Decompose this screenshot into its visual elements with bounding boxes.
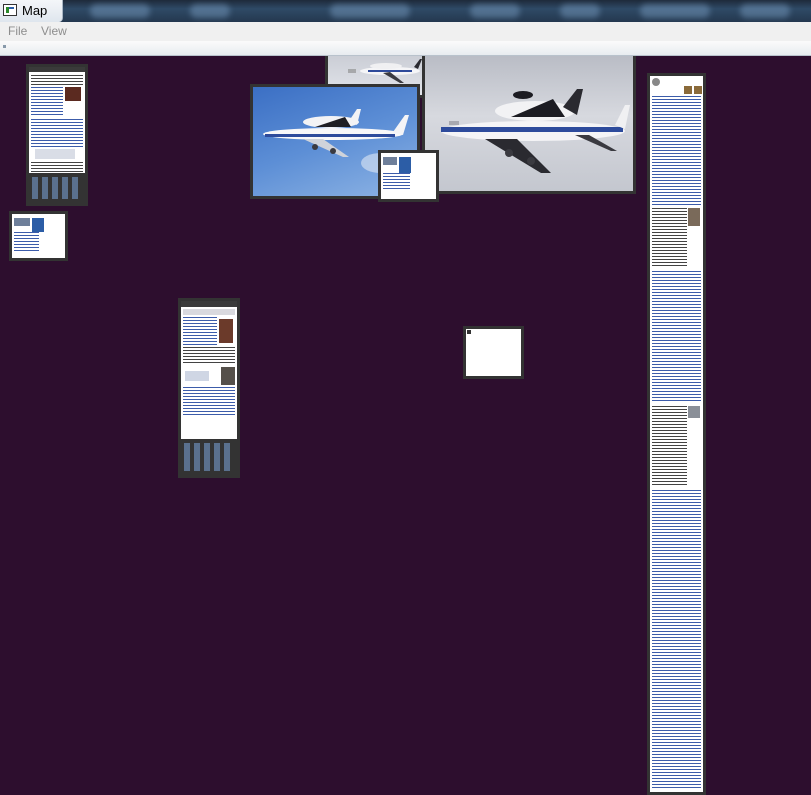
title-bar[interactable]: Map <box>0 0 811 22</box>
menu-bar: File View <box>0 22 811 42</box>
menu-view[interactable]: View <box>41 24 67 38</box>
webpage-preview <box>381 153 436 199</box>
webpage-thumbnail[interactable] <box>178 298 240 478</box>
webpage-preview <box>12 214 65 258</box>
webpage-thumbnail-small[interactable] <box>9 211 68 261</box>
webpage-thumbnail-small[interactable] <box>378 150 439 202</box>
webpage-preview <box>466 329 521 376</box>
title-pill: Map <box>0 0 63 22</box>
webpage-preview <box>181 301 237 475</box>
webpage-preview <box>650 76 703 792</box>
menu-file[interactable]: File <box>8 24 27 38</box>
webpage-preview <box>29 67 85 203</box>
shuttle-photo-thumbnail[interactable] <box>422 56 636 194</box>
blank-page-thumbnail[interactable] <box>463 326 524 379</box>
toolstrip <box>0 41 811 56</box>
photo <box>425 56 633 191</box>
map-app-icon <box>3 4 17 16</box>
webpage-thumbnail[interactable] <box>26 64 88 206</box>
window-title: Map <box>22 3 48 18</box>
map-window: Map File View <box>0 0 811 795</box>
toolstrip-grip-icon[interactable] <box>3 45 6 48</box>
webpage-thumbnail-long[interactable] <box>647 73 706 795</box>
map-canvas[interactable] <box>0 56 811 795</box>
